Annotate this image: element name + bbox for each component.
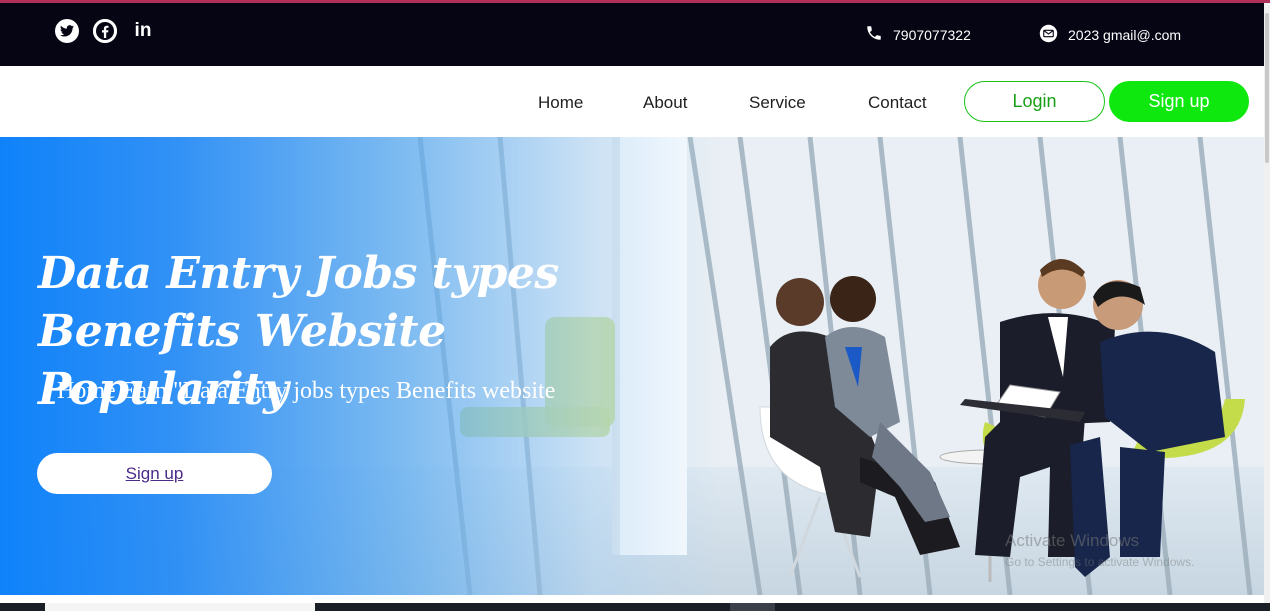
page-scrollbar[interactable] (1264, 3, 1270, 603)
hero-banner: Data Entry Jobs types Benefits Website P… (0, 137, 1264, 595)
phone-icon (865, 24, 883, 45)
contact-email: 2023 gmail@.com (1039, 24, 1181, 46)
signup-button[interactable]: Sign up (1109, 81, 1249, 122)
os-taskbar (0, 603, 1270, 611)
nav-contact[interactable]: Contact (868, 93, 927, 113)
twitter-icon[interactable] (55, 19, 79, 43)
social-links: in (55, 19, 155, 43)
taskbar-app-slot[interactable] (730, 603, 775, 611)
phone-number: 7907077322 (893, 26, 971, 43)
hero-signup-link[interactable]: Sign up (126, 464, 184, 484)
facebook-icon[interactable] (93, 19, 117, 43)
linkedin-icon[interactable]: in (131, 19, 155, 43)
nav-home[interactable]: Home (538, 93, 583, 113)
main-navbar: Home About Service Contact Login Sign up (0, 66, 1264, 137)
nav-about[interactable]: About (643, 93, 687, 113)
taskbar-search-box[interactable] (45, 603, 315, 611)
email-address: 2023 gmail@.com (1068, 27, 1182, 43)
scrollbar-thumb[interactable] (1265, 13, 1269, 163)
nav-service[interactable]: Service (749, 93, 806, 113)
contact-phone: 7907077322 (865, 24, 971, 45)
hero-signup-button[interactable]: Sign up (37, 453, 272, 494)
hero-subtitle: Home Earn "Data Entry jobs types Benefit… (57, 378, 556, 404)
mail-icon (1039, 24, 1058, 46)
top-contact-bar: in 7907077322 2023 gmail@.com (0, 3, 1264, 66)
activate-windows-hint: Go to Settings to activate Windows. (1005, 555, 1195, 569)
login-button[interactable]: Login (964, 81, 1105, 122)
activate-windows-watermark: Activate Windows (1005, 531, 1140, 550)
hero-title-line-1: Data Entry Jobs types (38, 248, 559, 299)
